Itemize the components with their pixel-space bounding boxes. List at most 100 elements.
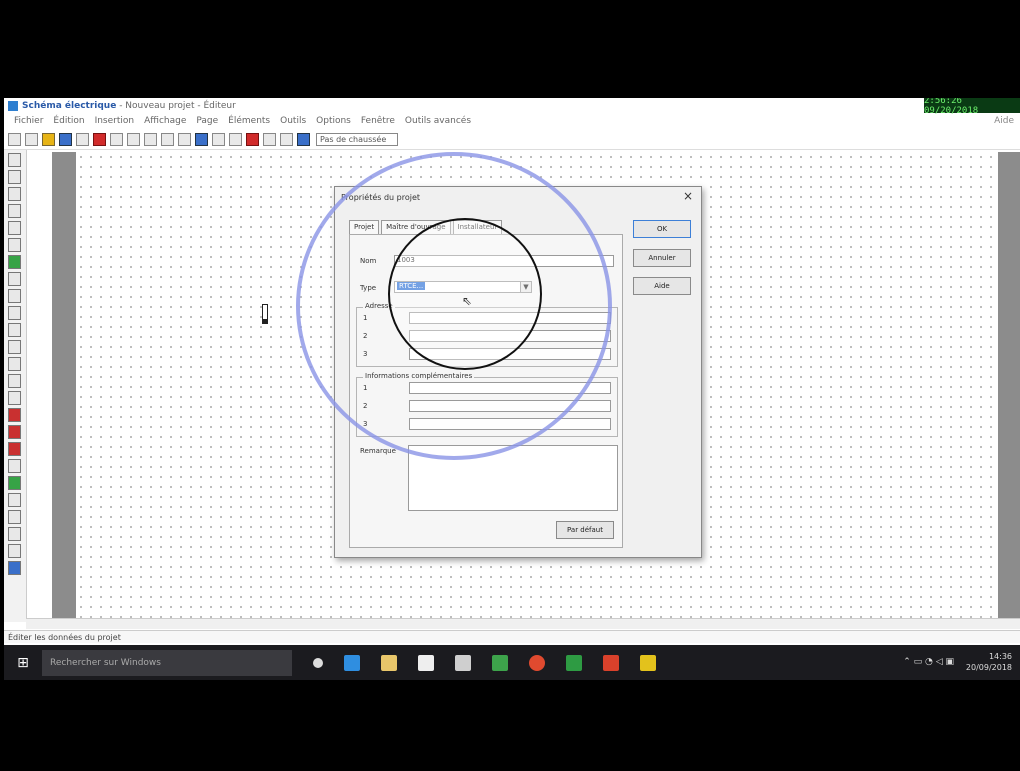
breaker-tool-icon[interactable]: [8, 408, 21, 422]
zoom-tool-icon[interactable]: [8, 238, 21, 252]
zoom-select[interactable]: Pas de chaussée: [316, 132, 398, 146]
special-tool-icon[interactable]: [8, 561, 21, 575]
hand-tool-icon[interactable]: [8, 221, 21, 235]
board-tool-icon[interactable]: [8, 442, 21, 456]
project-properties-dialog: Propriétés du projet × Projet Maître d'o…: [334, 186, 702, 558]
chrome-icon[interactable]: [529, 654, 545, 671]
schema-app-icon[interactable]: [640, 654, 656, 671]
menu-outils[interactable]: Outils: [280, 116, 306, 126]
copy-icon[interactable]: [110, 132, 123, 146]
app-green-icon[interactable]: [492, 654, 508, 671]
adresse-line-1[interactable]: [409, 312, 611, 324]
menu-edition[interactable]: Édition: [53, 116, 84, 126]
remarque-textarea[interactable]: [408, 445, 618, 511]
panel-tool-icon[interactable]: [8, 425, 21, 439]
select-tool-icon[interactable]: [8, 153, 21, 167]
print-icon[interactable]: [76, 132, 89, 146]
component-tool-icon[interactable]: [8, 255, 21, 269]
mirror-tool-icon[interactable]: [8, 544, 21, 558]
adresse-group-label: Adresse: [363, 302, 395, 310]
file-explorer-icon[interactable]: [381, 654, 397, 671]
redo-icon[interactable]: [161, 132, 174, 146]
slash-tool-icon[interactable]: [8, 493, 21, 507]
presentation-icon[interactable]: [603, 654, 619, 671]
color-icon[interactable]: [246, 132, 259, 146]
save-icon[interactable]: [59, 132, 72, 146]
outlet-tool-icon[interactable]: [8, 289, 21, 303]
media-icon[interactable]: [455, 654, 471, 671]
info-line-2[interactable]: [409, 400, 611, 412]
menu-page[interactable]: Page: [196, 116, 218, 126]
rectangle-tool-icon[interactable]: [8, 204, 21, 218]
horizontal-scrollbar[interactable]: [26, 618, 1020, 629]
close-icon[interactable]: ×: [683, 189, 693, 203]
symbol-icon[interactable]: [263, 132, 276, 146]
switch-tool-icon[interactable]: [8, 272, 21, 286]
ok-button[interactable]: OK: [633, 220, 691, 238]
tab-maitre-ouvrage[interactable]: Maître d'ouvrage: [381, 220, 451, 234]
folder-icon[interactable]: [42, 132, 55, 146]
par-defaut-button[interactable]: Par défaut: [556, 521, 614, 539]
menu-help[interactable]: Aide: [994, 116, 1014, 126]
nom-field[interactable]: 1003: [394, 255, 614, 267]
rotate-tool-icon[interactable]: [8, 527, 21, 541]
undo-icon[interactable]: [144, 132, 157, 146]
text-format-icon[interactable]: [297, 132, 310, 146]
adresse-line-3[interactable]: [409, 348, 611, 360]
measure-icon[interactable]: [229, 132, 242, 146]
lamp-tool-icon[interactable]: [8, 306, 21, 320]
store-icon[interactable]: [418, 654, 434, 671]
menu-elements[interactable]: Éléments: [228, 116, 270, 126]
paste-icon[interactable]: [127, 132, 140, 146]
menu-options[interactable]: Options: [316, 116, 351, 126]
meter-tool-icon[interactable]: [8, 340, 21, 354]
task-view-icon[interactable]: [313, 657, 323, 668]
tab-projet[interactable]: Projet: [349, 220, 380, 234]
type-combo[interactable]: RTCE... ▼: [394, 281, 532, 293]
terminal-tool-icon[interactable]: [8, 391, 21, 405]
clock: 2:56:26 09/20/2018: [924, 98, 1020, 116]
text-tool-icon[interactable]: [195, 132, 208, 146]
windows-start-icon[interactable]: ⊞: [16, 655, 30, 671]
new-file-icon[interactable]: [8, 132, 21, 146]
system-tray-icons[interactable]: ⌃ ▭ ◔ ◁ ▣: [903, 657, 954, 667]
fuse-tool-icon[interactable]: [8, 374, 21, 388]
info-line-3[interactable]: [409, 418, 611, 430]
toolbar: Pas de chaussée: [4, 129, 1020, 150]
menu-fenetre[interactable]: Fenêtre: [361, 116, 395, 126]
line-tool-icon[interactable]: [8, 170, 21, 184]
tab-installateur[interactable]: Installateur: [452, 220, 503, 234]
info-row-1-label: 1: [363, 384, 368, 392]
canvas-margin-right: [998, 152, 1020, 618]
menu-bar: Fichier Édition Insertion Affichage Page…: [4, 113, 1020, 128]
info-line-1[interactable]: [409, 382, 611, 394]
menu-outils-avances[interactable]: Outils avancés: [405, 116, 471, 126]
warning-tool-icon[interactable]: [8, 459, 21, 473]
window-title: Schéma électrique - Nouveau projet - Édi…: [22, 101, 236, 111]
annuler-button[interactable]: Annuler: [633, 249, 691, 267]
spreadsheet-icon[interactable]: [566, 654, 582, 671]
menu-insertion[interactable]: Insertion: [95, 116, 135, 126]
ground-tool-icon[interactable]: [8, 476, 21, 490]
aide-button[interactable]: Aide: [633, 277, 691, 295]
info-group-label: Informations complémentaires: [363, 372, 475, 380]
nom-label: Nom: [360, 257, 377, 265]
taskbar-search[interactable]: Rechercher sur Windows: [42, 649, 292, 676]
adresse-line-2[interactable]: [409, 330, 611, 342]
edge-browser-icon[interactable]: [344, 654, 360, 671]
export-icon[interactable]: [93, 132, 106, 146]
chevron-down-icon[interactable]: ▼: [520, 282, 531, 292]
grid-icon[interactable]: [212, 132, 225, 146]
menu-fichier[interactable]: Fichier: [14, 116, 43, 126]
circle-tool-icon[interactable]: [8, 187, 21, 201]
zoom-icon[interactable]: [178, 132, 191, 146]
bell-tool-icon[interactable]: [8, 357, 21, 371]
menu-affichage[interactable]: Affichage: [144, 116, 186, 126]
app-icon: [8, 100, 18, 111]
open-file-icon[interactable]: [25, 132, 38, 146]
canvas-margin-left: [52, 152, 76, 618]
cable-icon[interactable]: [280, 132, 293, 146]
adresse-row-1-label: 1: [363, 314, 368, 322]
wire-tool-icon[interactable]: [8, 323, 21, 337]
link-tool-icon[interactable]: [8, 510, 21, 524]
